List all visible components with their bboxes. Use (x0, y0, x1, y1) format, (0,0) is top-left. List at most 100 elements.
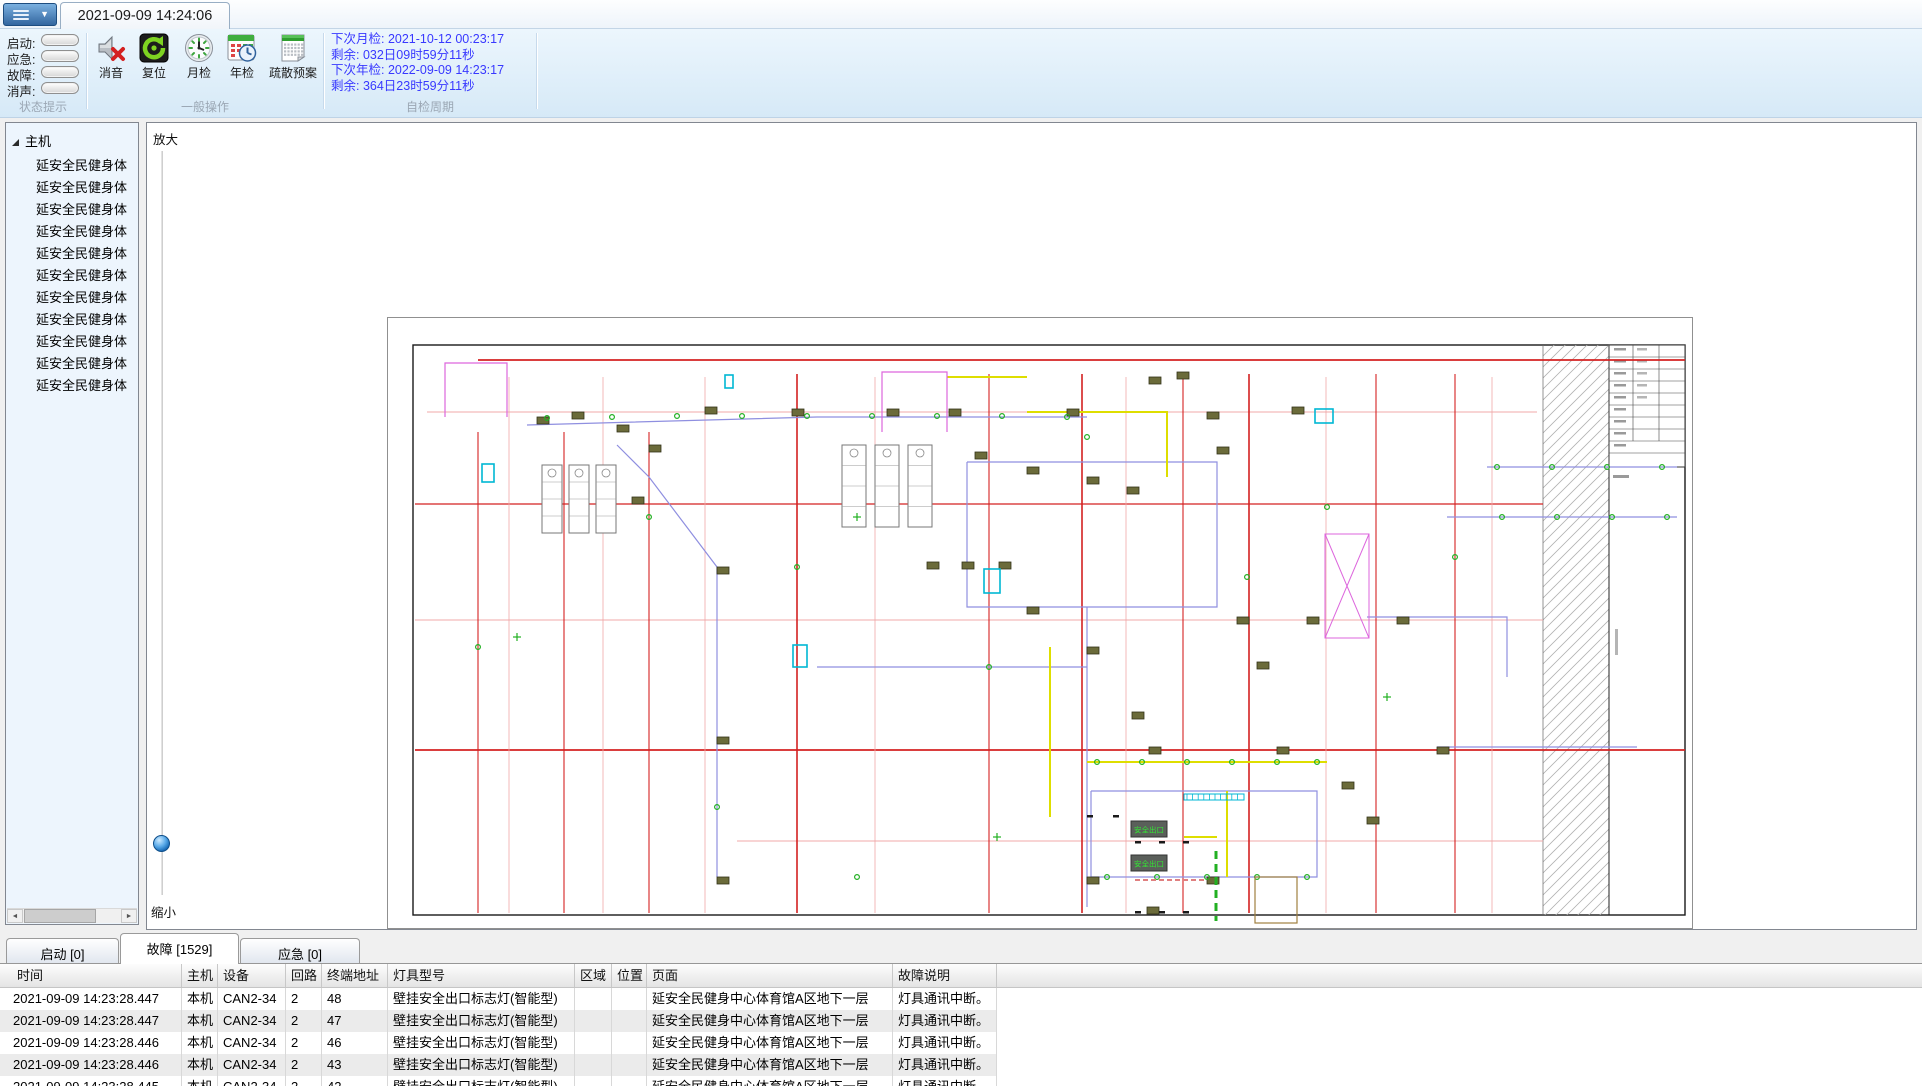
fault-log-cell: 2021-09-09 14:23:28.447 (5, 1010, 182, 1032)
tree-item-station[interactable]: 延安全民健身体 (36, 199, 138, 218)
annual-check-icon (227, 33, 257, 63)
fault-log-cell: 灯具通讯中断。 (893, 1010, 997, 1032)
monthly-check-button[interactable]: 月检 (177, 31, 221, 93)
tree-item-station[interactable]: 延安全民健身体 (36, 177, 138, 196)
column-header-5[interactable]: 终端地址 (322, 964, 388, 987)
column-header-8[interactable]: 位置 (612, 964, 647, 987)
selfcheck-line: 下次月检: 2021-10-12 00:23:17 (331, 32, 504, 48)
reset-button[interactable]: 复位 (132, 31, 176, 93)
action-button-label: 消音 (89, 64, 133, 81)
fault-log-cell: 2 (286, 1032, 322, 1054)
status-row: 应急: (0, 49, 86, 65)
scrollbar-thumb[interactable] (24, 909, 96, 923)
tab-fault[interactable]: 故障 [1529] (120, 933, 239, 964)
fault-log-cell: 壁挂安全出口标志灯(智能型) (388, 1054, 575, 1076)
scroll-right-icon[interactable]: ► (121, 909, 137, 923)
annual-check-button[interactable]: 年检 (220, 31, 264, 93)
action-button-label: 月检 (177, 64, 221, 81)
status-indicator (41, 82, 79, 94)
chevron-down-icon: ▼ (40, 9, 49, 19)
fault-log-cell: 2021-09-09 14:23:28.447 (5, 988, 182, 1010)
evacuation-plan-button[interactable]: 疏散预案 (264, 31, 322, 93)
scroll-left-icon[interactable]: ◄ (7, 909, 23, 923)
column-header-6[interactable]: 灯具型号 (388, 964, 575, 987)
log-table-body: 2021-09-09 14:23:28.447本机CAN2-34248壁挂安全出… (0, 988, 1922, 1086)
fault-log-cell: 灯具通讯中断。 (893, 1032, 997, 1054)
action-button-label: 年检 (220, 64, 264, 81)
fault-log-cell: 延安全民健身中心体育馆A区地下一层 (647, 1076, 893, 1086)
tree-item-station[interactable]: 延安全民健身体 (36, 265, 138, 284)
fault-log-cell (612, 988, 647, 1010)
sidebar-horizontal-scrollbar[interactable]: ◄ ► (7, 908, 137, 923)
fault-log-cell: 延安全民健身中心体育馆A区地下一层 (647, 1032, 893, 1054)
status-group-label: 状态提示 (0, 98, 86, 115)
status-row: 消声: (0, 81, 86, 97)
log-tabstrip: 启动 [0]故障 [1529]应急 [0] (0, 930, 1922, 963)
zoom-in-button[interactable]: 放大 (153, 129, 178, 148)
fault-log-cell: 本机 (182, 1054, 218, 1076)
fault-log-cell: 壁挂安全出口标志灯(智能型) (388, 1076, 575, 1086)
fault-log-row[interactable]: 2021-09-09 14:23:28.445本机CAN2-34242壁挂安全出… (0, 1076, 997, 1086)
selfcheck-line: 下次年检: 2022-09-09 14:23:17 (331, 63, 504, 79)
zoom-slider-thumb[interactable] (153, 835, 170, 852)
tree-item-station[interactable]: 延安全民健身体 (36, 331, 138, 350)
tree-node-host[interactable]: 主机 (12, 131, 51, 150)
clock-tab[interactable]: 2021-09-09 14:24:06 (60, 2, 230, 29)
fault-log-cell (575, 1076, 612, 1086)
zoom-slider-track[interactable] (161, 151, 163, 895)
fault-log-cell: 2021-09-09 14:23:28.446 (5, 1054, 182, 1076)
tree-item-station[interactable]: 延安全民健身体 (36, 155, 138, 174)
fault-log-cell: 2 (286, 1010, 322, 1032)
tree-item-station[interactable]: 延安全民健身体 (36, 287, 138, 306)
column-header-7[interactable]: 区域 (575, 964, 612, 987)
app-menu-button[interactable]: ▼ (3, 3, 57, 26)
group-separator (536, 33, 537, 109)
log-table-header: 时间主机设备回路终端地址灯具型号区域位置页面故障说明 (0, 963, 1922, 988)
fault-log-cell: 壁挂安全出口标志灯(智能型) (388, 1010, 575, 1032)
reset-icon (139, 33, 169, 63)
fault-log-cell: 灯具通讯中断。 (893, 1054, 997, 1076)
tree-item-station[interactable]: 延安全民健身体 (36, 221, 138, 240)
column-header-2[interactable]: 主机 (182, 964, 218, 987)
tree-item-station[interactable]: 延安全民健身体 (36, 375, 138, 394)
selfcheck-line: 剩余: 364日23时59分11秒 (331, 79, 504, 95)
fault-log-cell (612, 1032, 647, 1054)
fault-log-row[interactable]: 2021-09-09 14:23:28.447本机CAN2-34247壁挂安全出… (0, 1010, 997, 1032)
fault-log-cell: 本机 (182, 988, 218, 1010)
column-header-10[interactable]: 故障说明 (893, 964, 997, 987)
mute-icon (96, 33, 126, 63)
fault-log-cell: 2021-09-09 14:23:28.445 (5, 1076, 182, 1086)
column-header-9[interactable]: 页面 (647, 964, 893, 987)
device-tree-panel: 主机 延安全民健身体延安全民健身体延安全民健身体延安全民健身体延安全民健身体延安… (5, 122, 139, 925)
tab-start[interactable]: 启动 [0] (6, 938, 119, 963)
tree-item-station[interactable]: 延安全民健身体 (36, 243, 138, 262)
fault-log-cell: CAN2-34 (218, 1054, 286, 1076)
zoom-out-button[interactable]: 缩小 (151, 902, 176, 921)
mute-button[interactable]: 消音 (89, 31, 133, 93)
status-group: 启动: 应急: 故障: 消声: 状态提示 (0, 29, 86, 118)
fault-log-cell: 2 (286, 1076, 322, 1086)
fault-log-row[interactable]: 2021-09-09 14:23:28.446本机CAN2-34243壁挂安全出… (0, 1054, 997, 1076)
fault-log-cell (575, 1054, 612, 1076)
selfcheck-group: 下次月检: 2021-10-12 00:23:17剩余: 032日09时59分1… (324, 29, 536, 118)
fault-log-row[interactable]: 2021-09-09 14:23:28.446本机CAN2-34246壁挂安全出… (0, 1032, 997, 1054)
action-button-label: 疏散预案 (264, 64, 322, 81)
fault-log-cell: 2 (286, 988, 322, 1010)
fault-log-cell: 2 (286, 1054, 322, 1076)
fault-log-cell: 46 (322, 1032, 388, 1054)
column-header-3[interactable]: 设备 (218, 964, 286, 987)
fault-log-row[interactable]: 2021-09-09 14:23:28.447本机CAN2-34248壁挂安全出… (0, 988, 997, 1010)
fault-log-cell: 本机 (182, 1010, 218, 1032)
fault-log-cell: 本机 (182, 1076, 218, 1086)
status-indicator (41, 66, 79, 78)
column-header-1[interactable]: 时间 (5, 964, 182, 987)
title-bar: ▼ 2021-09-09 14:24:06 (0, 0, 1922, 29)
tree-item-station[interactable]: 延安全民健身体 (36, 309, 138, 328)
evacuation-plan-icon (278, 33, 308, 63)
status-row: 启动: (0, 33, 86, 49)
plan-viewer-panel[interactable]: 放大 缩小 安全出口安全出口 (146, 122, 1917, 930)
tree-item-station[interactable]: 延安全民健身体 (36, 353, 138, 372)
tab-emergency[interactable]: 应急 [0] (240, 938, 360, 963)
column-header-4[interactable]: 回路 (286, 964, 322, 987)
fault-log-cell: 延安全民健身中心体育馆A区地下一层 (647, 988, 893, 1010)
